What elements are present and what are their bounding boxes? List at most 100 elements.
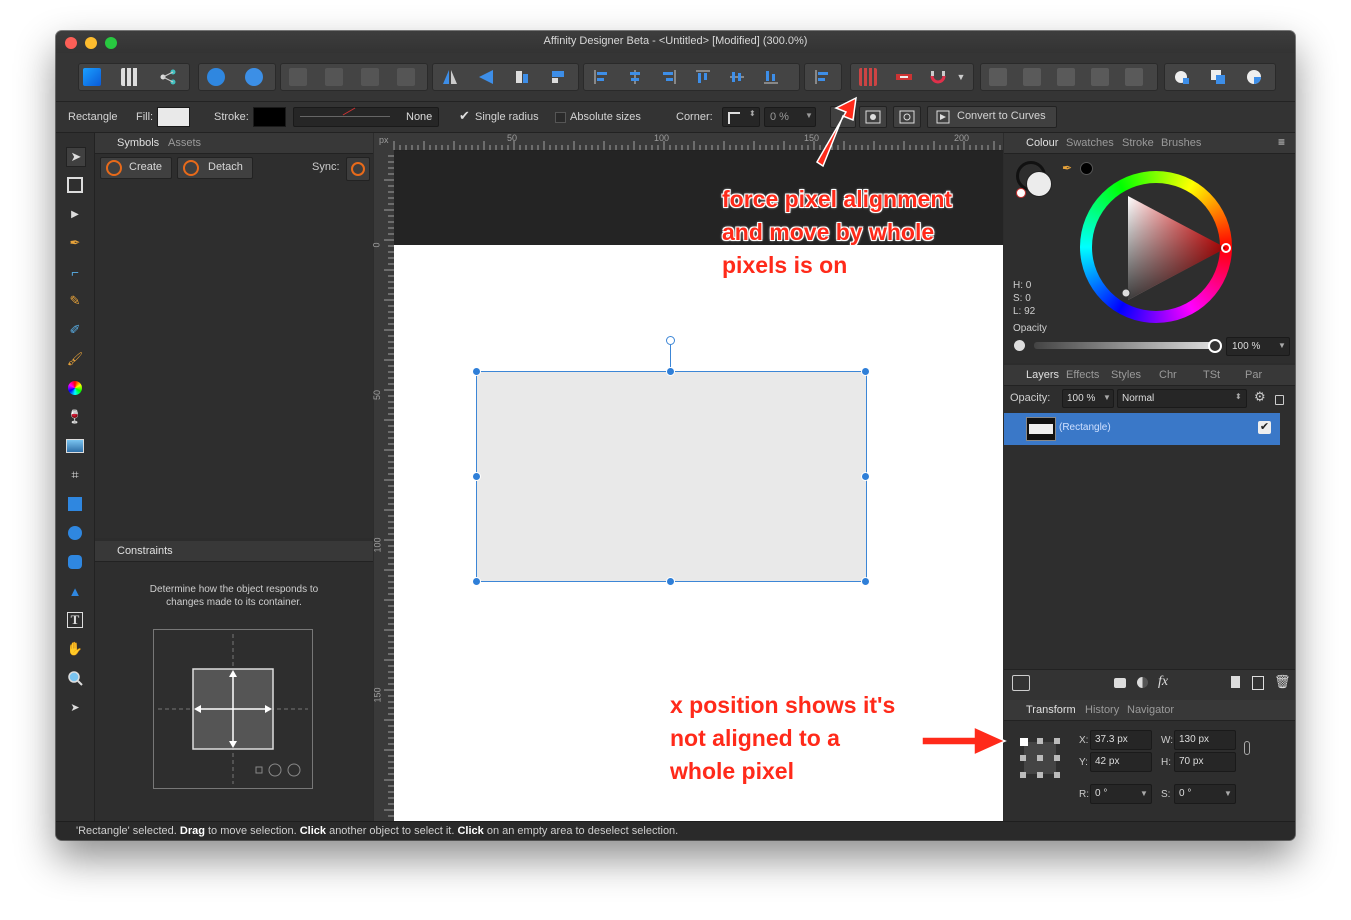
zoom-tool-icon[interactable]	[66, 669, 84, 687]
corner-type-field[interactable]: ⬍	[722, 107, 760, 127]
constraints-diagram[interactable]	[153, 629, 313, 789]
node-tool-icon[interactable]: ▶	[66, 205, 84, 223]
detach-symbol-button[interactable]: Detach	[177, 157, 253, 179]
layer-opacity-dropdown-icon[interactable]: ▼	[1103, 393, 1111, 402]
back-one-icon[interactable]	[289, 68, 307, 86]
add-layer-icon[interactable]	[1231, 676, 1240, 688]
rotate-left-icon[interactable]	[513, 68, 531, 86]
tab-colour[interactable]: Colour	[1026, 137, 1058, 149]
stroke-swatch[interactable]	[253, 107, 286, 127]
resize-handle-top[interactable]	[666, 367, 675, 376]
pencil-tool-icon[interactable]: ✎	[66, 292, 84, 310]
stroke-style-field[interactable]: None	[293, 107, 439, 127]
tab-styles[interactable]: Styles	[1111, 369, 1141, 381]
tab-symbols[interactable]: Symbols	[117, 137, 159, 149]
align-top-icon[interactable]	[694, 68, 712, 86]
pixel-grid-icon[interactable]	[895, 68, 913, 86]
intersect-boolean-icon[interactable]	[1057, 68, 1075, 86]
horizontal-ruler[interactable]: px 50 100 150 200	[374, 133, 1003, 151]
colour-picker-icon[interactable]: ✒	[1062, 161, 1072, 175]
corner-stepper-icon[interactable]: ⬍	[749, 109, 756, 118]
align-right-icon[interactable]	[660, 68, 678, 86]
resize-handle-top-left[interactable]	[472, 367, 481, 376]
to-back-icon[interactable]	[325, 68, 343, 86]
width-field[interactable]: 130 px	[1174, 730, 1236, 750]
subtract-boolean-icon[interactable]	[1023, 68, 1041, 86]
tab-transform[interactable]: Transform	[1026, 704, 1076, 716]
add-boolean-icon[interactable]	[989, 68, 1007, 86]
designer-persona-icon[interactable]	[83, 68, 101, 86]
tab-character[interactable]: Chr	[1159, 369, 1177, 381]
resize-handle-bottom-right[interactable]	[861, 577, 870, 586]
rotate-right-icon[interactable]	[549, 68, 567, 86]
blend-mode-select[interactable]: Normal ⬍	[1117, 389, 1247, 408]
hand-tool-icon[interactable]: ✋	[66, 640, 84, 658]
pen-tool-icon[interactable]: ✒	[66, 234, 84, 252]
tab-assets[interactable]: Assets	[168, 137, 201, 149]
insert-inside-icon[interactable]	[1209, 68, 1227, 86]
layer-row-rectangle[interactable]: (Rectangle) ✔	[1004, 413, 1280, 445]
tab-paragraph[interactable]: Par	[1245, 369, 1262, 381]
y-position-field[interactable]: 42 px	[1090, 752, 1152, 772]
layer-opacity-field[interactable]: 100 % ▼	[1062, 389, 1114, 408]
divide-boolean-icon[interactable]	[1125, 68, 1143, 86]
tab-brushes[interactable]: Brushes	[1161, 137, 1201, 149]
opacity-slider-thumb[interactable]	[1208, 339, 1222, 353]
export-persona-icon[interactable]	[159, 68, 177, 86]
resize-handle-bottom[interactable]	[666, 577, 675, 586]
ellipse-tool-icon[interactable]	[66, 524, 84, 542]
tab-effects[interactable]: Effects	[1066, 369, 1099, 381]
height-field[interactable]: 70 px	[1174, 752, 1236, 772]
delete-layer-icon[interactable]: 🗑	[1274, 674, 1291, 690]
add-group-icon[interactable]	[1252, 676, 1264, 690]
tab-swatches[interactable]: Swatches	[1066, 137, 1114, 149]
fill-tool-icon[interactable]	[66, 379, 84, 397]
link-proportions-icon[interactable]	[1244, 741, 1250, 755]
sl-triangle[interactable]	[1080, 171, 1232, 323]
vector-brush-tool-icon[interactable]: ✐	[66, 321, 84, 339]
pixel-selection-button[interactable]	[830, 106, 856, 128]
convert-to-curves-button[interactable]: Convert to Curves	[927, 106, 1057, 128]
insert-behind-icon[interactable]	[1173, 68, 1191, 86]
tab-layers[interactable]: Layers	[1026, 369, 1059, 381]
align-bottom-icon[interactable]	[762, 68, 780, 86]
no-colour-icon[interactable]	[1016, 188, 1026, 198]
place-image-tool-icon[interactable]	[66, 437, 84, 455]
move-tool-icon[interactable]: ➤	[66, 147, 86, 167]
blend-mode-stepper-icon[interactable]: ⬍	[1235, 392, 1242, 401]
opacity-dropdown-icon[interactable]: ▼	[1278, 341, 1286, 350]
tab-navigator[interactable]: Navigator	[1127, 704, 1174, 716]
resize-handle-right[interactable]	[861, 472, 870, 481]
artboard-tool-icon[interactable]	[66, 176, 84, 194]
anchor-selector[interactable]	[1020, 738, 1060, 778]
text-tool-icon[interactable]: T	[66, 611, 84, 629]
align-middle-icon[interactable]	[728, 68, 746, 86]
opacity-value-field[interactable]: 100 % ▼	[1226, 337, 1290, 356]
hue-wheel[interactable]	[1080, 171, 1232, 323]
share-icon[interactable]	[207, 68, 225, 86]
panel-menu-icon[interactable]: ≡	[1278, 135, 1285, 149]
rounded-rectangle-tool-icon[interactable]	[66, 553, 84, 571]
snap-icon[interactable]	[245, 68, 263, 86]
flip-vertical-icon[interactable]	[477, 68, 495, 86]
layers-stack-icon[interactable]	[1012, 675, 1030, 691]
layer-visibility-checkbox[interactable]: ✔	[1258, 421, 1271, 434]
resize-handle-top-right[interactable]	[861, 367, 870, 376]
paint-brush-tool-icon[interactable]: 🖌	[66, 350, 84, 368]
layer-lock-icon[interactable]	[1275, 395, 1284, 405]
layer-settings-gear-icon[interactable]: ⚙	[1254, 389, 1266, 405]
rotation-field[interactable]: 0 ° ▼	[1090, 784, 1152, 804]
corner-dropdown-icon[interactable]: ▼	[805, 111, 813, 120]
create-symbol-button[interactable]: Create	[100, 157, 172, 179]
snapping-magnet-icon[interactable]	[929, 68, 947, 86]
crop-tool-icon[interactable]: ⌗	[66, 466, 84, 484]
adjustment-icon[interactable]	[1137, 677, 1148, 688]
align-center-icon[interactable]	[626, 68, 644, 86]
snapping-dropdown-icon[interactable]: ▼	[955, 68, 967, 86]
transform-origin-button[interactable]	[893, 106, 921, 128]
absolute-sizes-checkbox[interactable]	[555, 112, 566, 123]
shear-dropdown-icon[interactable]: ▼	[1224, 789, 1232, 798]
resize-handle-bottom-left[interactable]	[472, 577, 481, 586]
fill-colour-well[interactable]	[1026, 171, 1052, 197]
x-position-field[interactable]: 37.3 px	[1090, 730, 1152, 750]
